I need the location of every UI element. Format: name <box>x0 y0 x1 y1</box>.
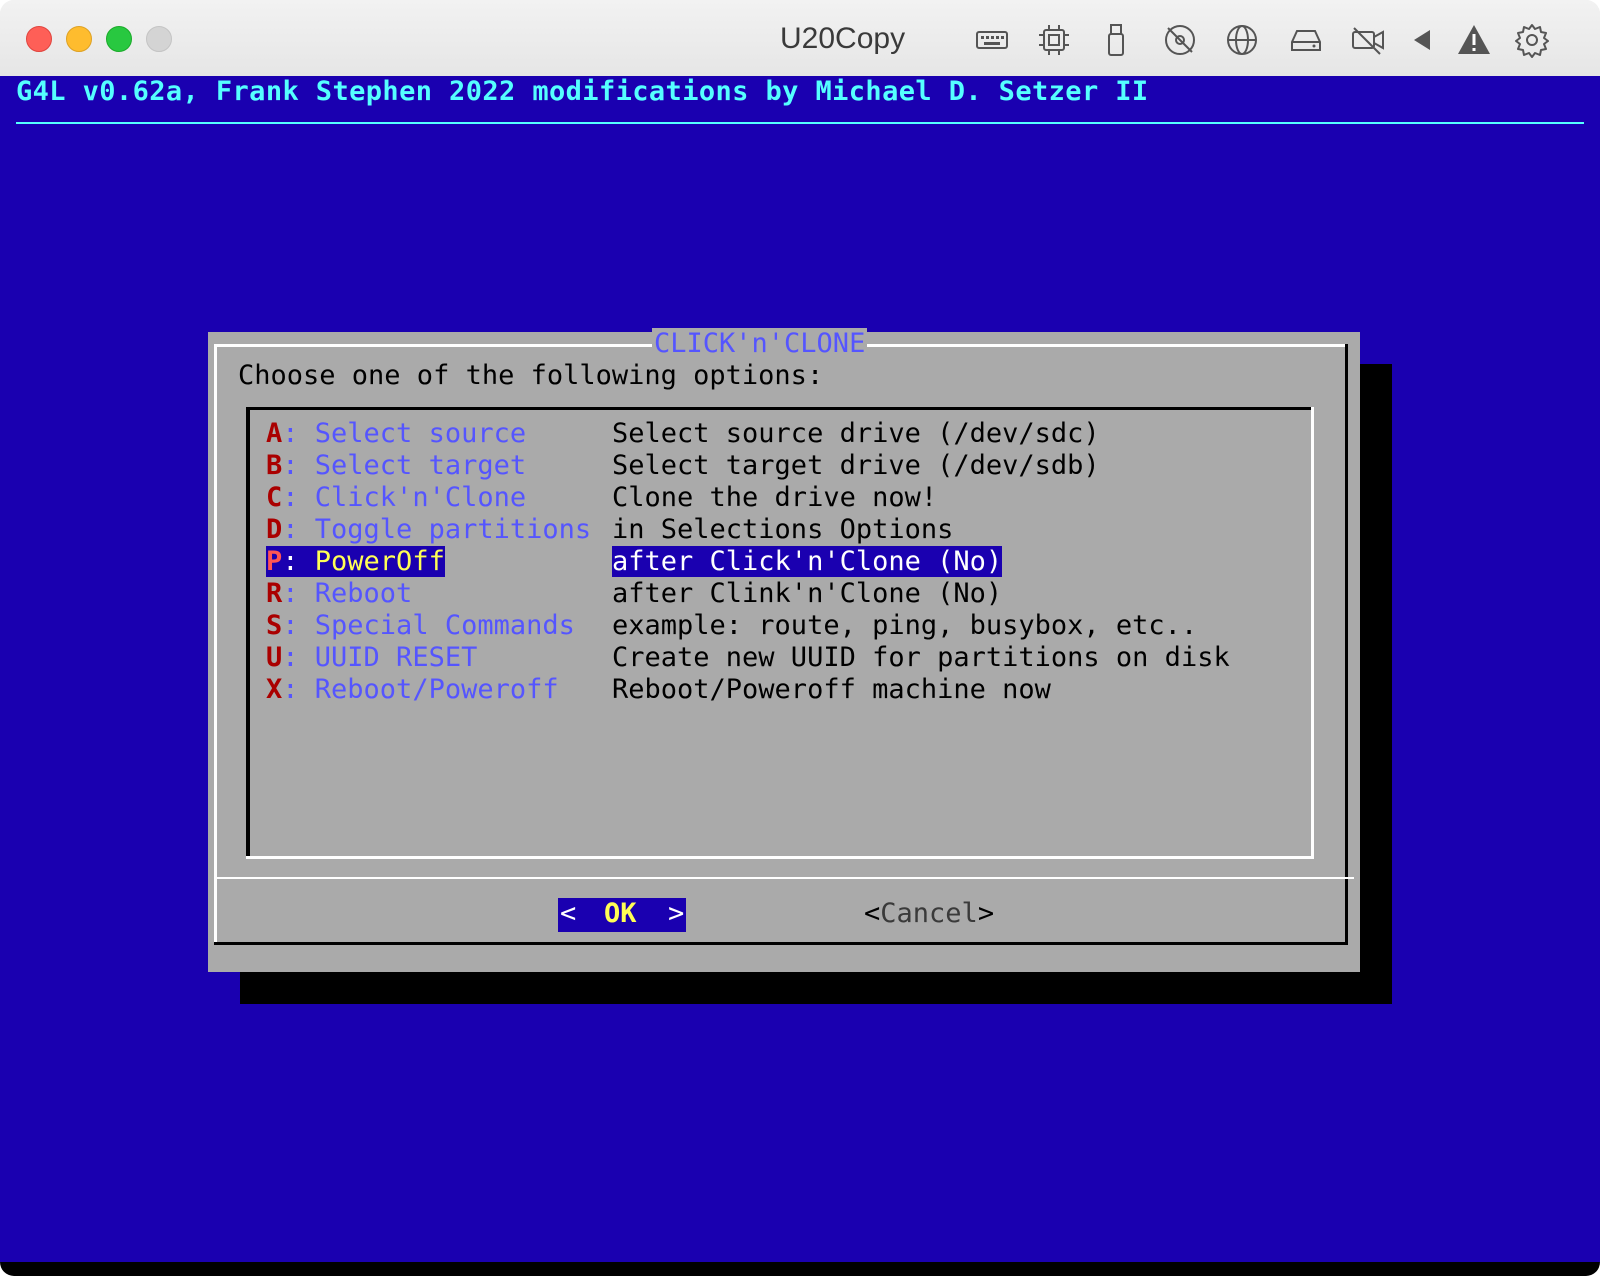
drive-icon[interactable] <box>1288 22 1324 58</box>
menu-item-label: UUID RESET <box>314 642 478 673</box>
disc-icon[interactable] <box>1162 22 1198 58</box>
ok-right-bracket: > <box>668 898 685 929</box>
cancel-left-bracket: < <box>864 898 881 929</box>
vm-window: U20Copy G4L v0.62a, Frank Stephen 2022 m… <box>0 0 1600 1276</box>
cpu-icon[interactable] <box>1036 22 1072 58</box>
menu-item-tag: D: Toggle partitions <box>266 514 591 545</box>
menu-item-label: Toggle partitions <box>314 514 592 545</box>
hotkey-separator: : <box>282 546 315 577</box>
header-divider <box>16 122 1584 124</box>
button-separator <box>214 877 1354 879</box>
menu-item-tag: U: UUID RESET <box>266 642 477 673</box>
menu-item-description: Create new UUID for partitions on disk <box>612 642 1230 673</box>
warning-icon[interactable] <box>1456 22 1492 58</box>
minimize-window-button[interactable] <box>66 26 92 52</box>
menu-item-hotkey: B <box>266 450 283 481</box>
menu-item-tag: B: Select target <box>266 450 526 481</box>
menu-item-hotkey: D <box>266 514 283 545</box>
menu-item-hotkey: C <box>266 482 283 513</box>
inactive-window-button <box>146 26 172 52</box>
menu-item-hotkey: S <box>266 610 283 641</box>
ok-left-bracket: < <box>560 898 577 929</box>
vm-screen[interactable]: G4L v0.62a, Frank Stephen 2022 modificat… <box>0 76 1600 1262</box>
menu-item-description: Reboot/Poweroff machine now <box>612 674 1051 705</box>
menu-item[interactable]: P: PowerOff after Click'n'Clone (No) <box>266 546 1003 578</box>
menu-item[interactable]: A: Select source Select source drive (/de… <box>266 418 1100 450</box>
g4l-header: G4L v0.62a, Frank Stephen 2022 modificat… <box>16 76 1149 107</box>
cancel-button[interactable]: <Cancel> <box>864 898 994 929</box>
title-bar: U20Copy <box>0 0 1600 77</box>
menu-item-description: after Clink'n'Clone (No) <box>612 578 1003 609</box>
cancel-label: Cancel <box>880 898 978 929</box>
menu-item-tag: P: PowerOff <box>266 546 445 577</box>
globe-icon[interactable] <box>1224 22 1260 58</box>
menu-item[interactable]: X: Reboot/Poweroff Reboot/Poweroff machin… <box>266 674 1051 706</box>
dialog-prompt: Choose one of the following options: <box>238 360 824 391</box>
usb-icon[interactable] <box>1098 22 1134 58</box>
cancel-right-bracket: > <box>977 898 995 929</box>
hotkey-separator: : <box>282 482 315 513</box>
menu-item-label: Reboot <box>314 578 413 609</box>
maximize-window-button[interactable] <box>106 26 132 52</box>
hotkey-separator: : <box>282 450 315 481</box>
hotkey-separator: : <box>282 514 315 545</box>
close-window-button[interactable] <box>26 26 52 52</box>
gear-icon[interactable] <box>1514 22 1550 58</box>
hotkey-separator: : <box>282 674 315 705</box>
menu-item[interactable]: B: Select target Select target drive (/de… <box>266 450 1100 482</box>
menu-item[interactable]: D: Toggle partitions in Selections Option… <box>266 514 953 546</box>
menu-item-hotkey: X <box>266 674 283 705</box>
menu-item-description: example: route, ping, busybox, etc.. <box>612 610 1198 641</box>
menu-item[interactable]: S: Special Commands example: route, ping,… <box>266 610 1197 642</box>
menu-item[interactable]: C: Click'n'Clone Clone the drive now! <box>266 482 937 514</box>
hotkey-separator: : <box>282 642 315 673</box>
menu-item-hotkey: R <box>266 578 283 609</box>
menu-item[interactable]: R: Reboot after Clink'n'Clone (No) <box>266 578 1002 610</box>
menu-item-hotkey: P <box>266 546 283 577</box>
hotkey-separator: : <box>282 578 315 609</box>
menu-item-hotkey: U <box>266 642 283 673</box>
hotkey-separator: : <box>282 610 315 641</box>
menu-item-tag: X: Reboot/Poweroff <box>266 674 559 705</box>
menu-item-label: PowerOff <box>314 546 445 577</box>
menu-item-hotkey: A <box>266 418 283 449</box>
camera-off-icon[interactable] <box>1350 22 1386 58</box>
menu-item-description: after Click'n'Clone (No) <box>612 546 1003 577</box>
audio-icon[interactable] <box>1404 22 1440 58</box>
ok-button[interactable]: < OK > <box>558 898 686 932</box>
keyboard-icon[interactable] <box>974 22 1010 58</box>
dialog-title: CLICK'n'CLONE <box>652 328 868 359</box>
window-title: U20Copy <box>780 22 906 55</box>
menu-item-label: Select target <box>314 450 527 481</box>
menu-item-description: Clone the drive now! <box>612 482 938 513</box>
menu-item-description: Select target drive (/dev/sdb) <box>612 450 1100 481</box>
menu-item-label: Reboot/Poweroff <box>314 674 559 705</box>
menu-item-label: Special Commands <box>314 610 575 641</box>
menu-item-label: Select source <box>314 418 527 449</box>
menu-item-tag: C: Click'n'Clone <box>266 482 526 513</box>
menu-item[interactable]: U: UUID RESET Create new UUID for partiti… <box>266 642 1230 674</box>
click-n-clone-dialog: CLICK'n'CLONE Choose one of the followin… <box>208 328 1360 972</box>
menu-item-tag: S: Special Commands <box>266 610 575 641</box>
hotkey-separator: : <box>282 418 315 449</box>
menu-item-description: in Selections Options <box>612 514 954 545</box>
menu-item-tag: A: Select source <box>266 418 526 449</box>
menu-item-tag: R: Reboot <box>266 578 412 609</box>
ok-label: OK <box>604 898 637 929</box>
screen-bottom-bar <box>0 1262 1600 1276</box>
menu-item-description: Select source drive (/dev/sdc) <box>612 418 1100 449</box>
menu-item-label: Click'n'Clone <box>314 482 527 513</box>
